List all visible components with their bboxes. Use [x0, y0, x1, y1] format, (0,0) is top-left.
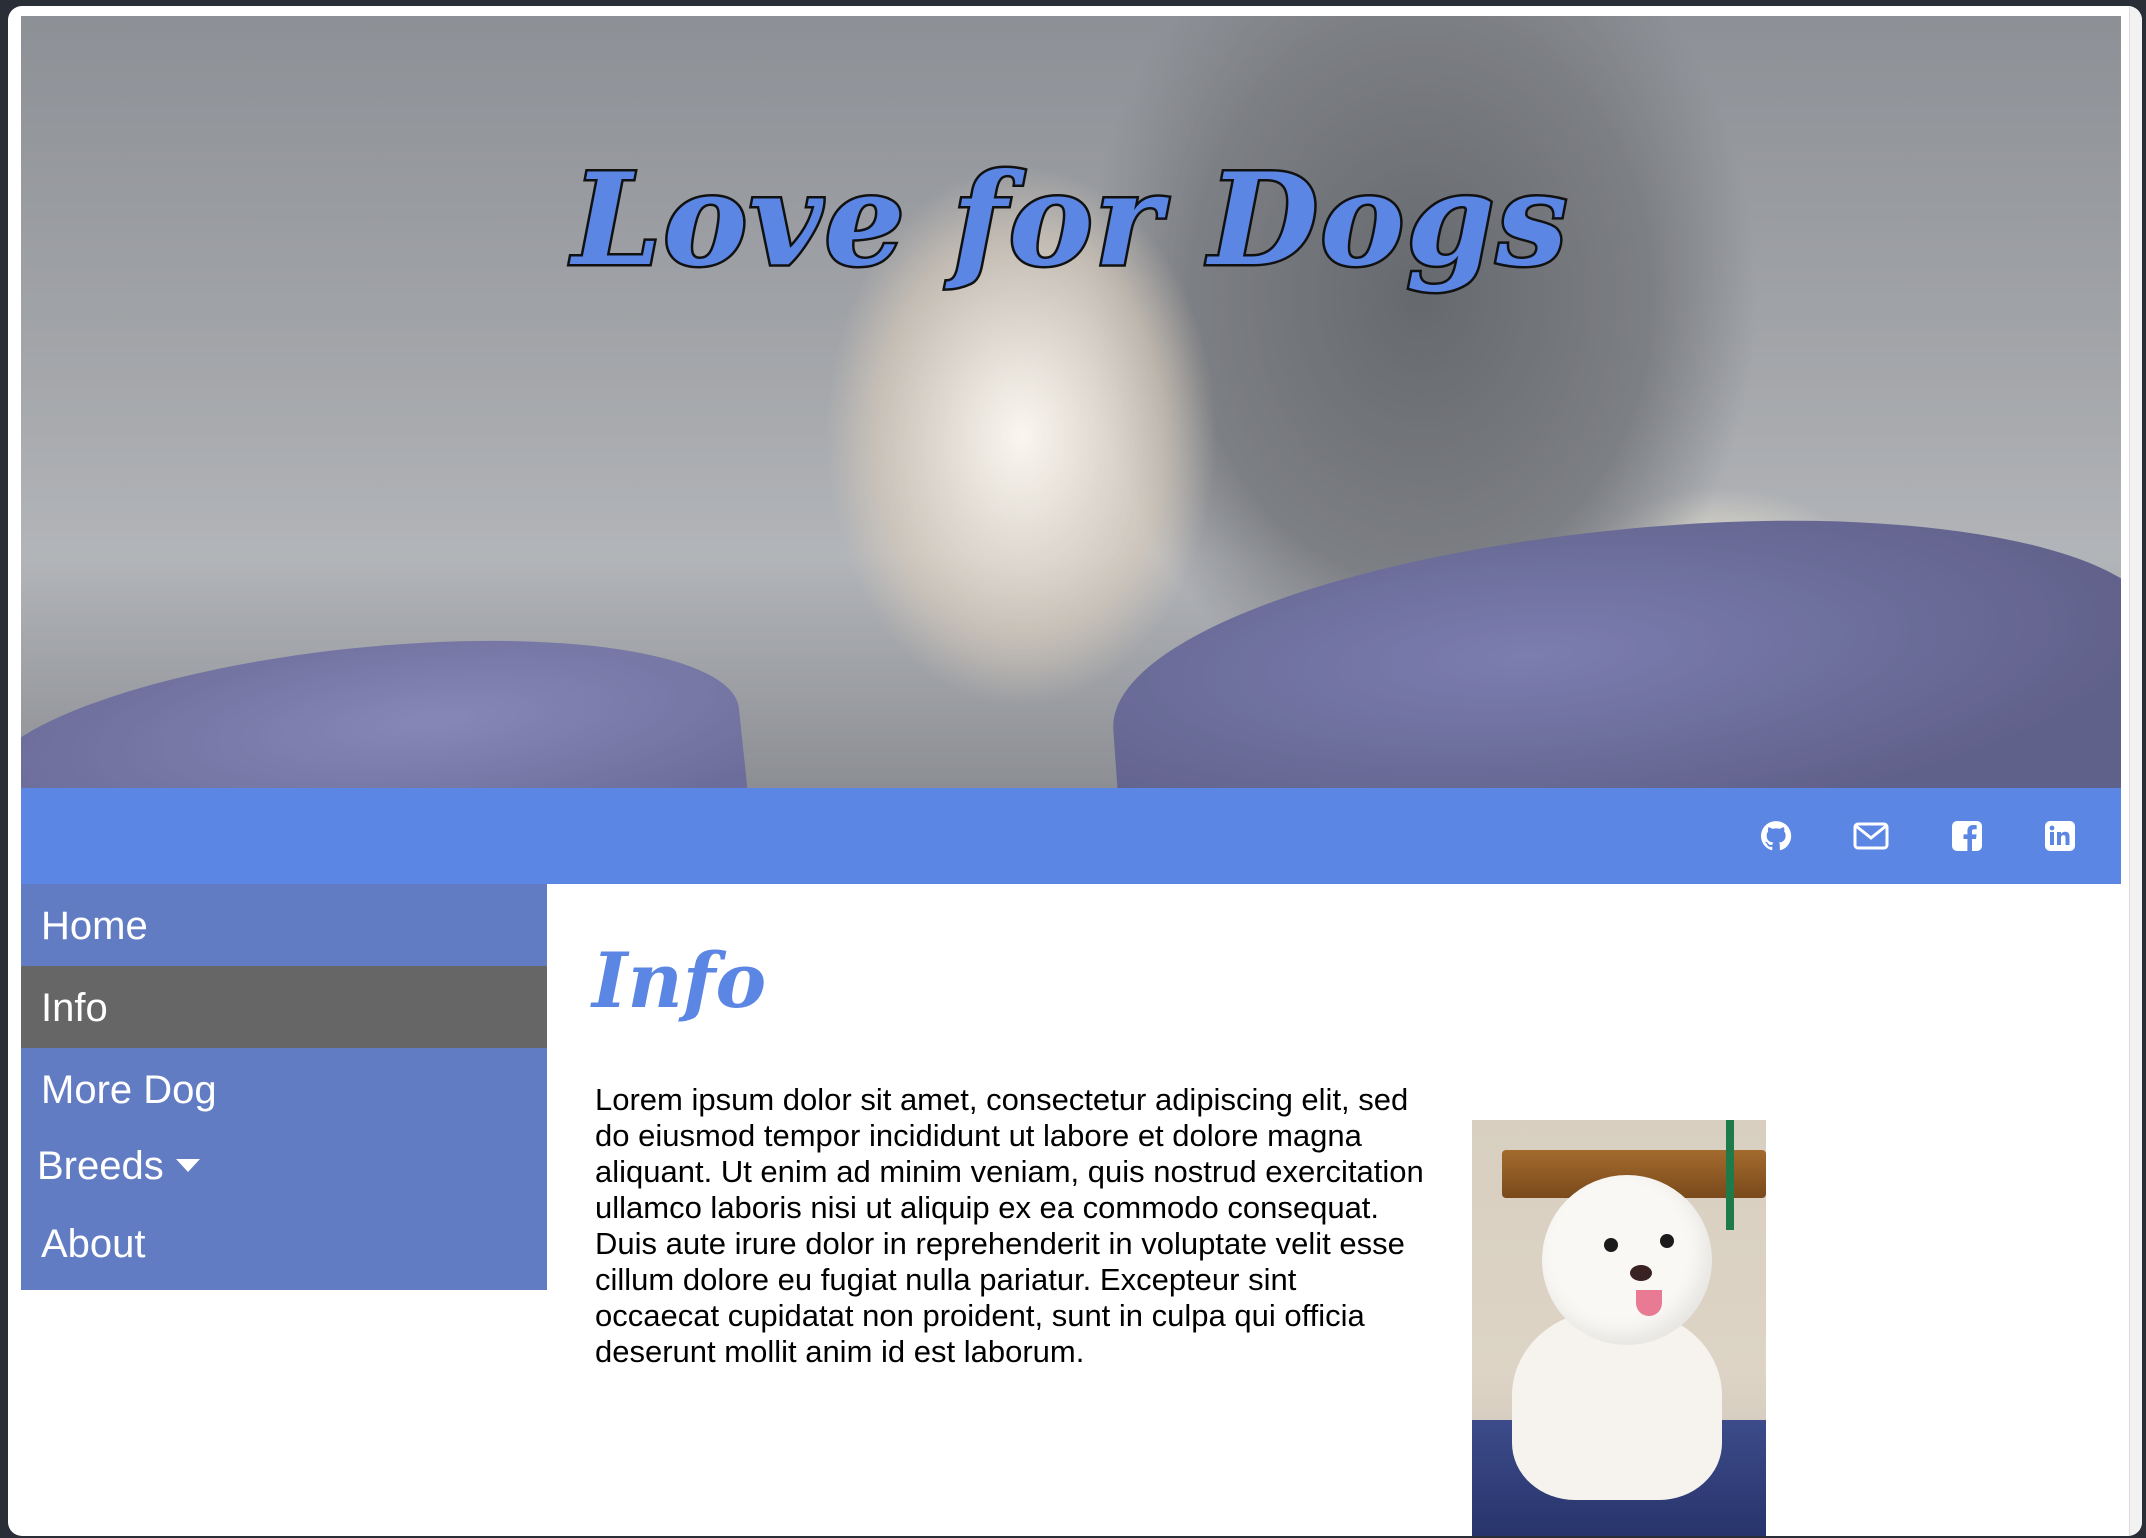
- scrollbar[interactable]: [2129, 6, 2142, 1536]
- photo-pole: [1726, 1120, 1734, 1230]
- body-paragraph: Lorem ipsum dolor sit amet, consectetur …: [595, 1082, 1424, 1369]
- nav-item-home[interactable]: Home: [21, 884, 547, 966]
- facebook-icon[interactable]: [1947, 816, 1987, 856]
- photo-dog-eye: [1604, 1238, 1618, 1252]
- nav-item-more-dog[interactable]: More Dog: [21, 1048, 547, 1130]
- linkedin-icon[interactable]: [2040, 816, 2080, 856]
- hero-overlay: [21, 16, 2121, 788]
- github-icon[interactable]: [1756, 816, 1796, 856]
- nav-item-label: Info: [41, 986, 108, 1030]
- site-title: Love for Dogs: [570, 144, 1570, 297]
- sidebar-nav: Home Info More Dog Breeds About: [21, 884, 547, 1290]
- hero-banner: Love for Dogs: [21, 16, 2121, 788]
- caret-down-icon: [175, 1158, 200, 1172]
- nav-item-about[interactable]: About: [21, 1202, 547, 1290]
- nav-item-info[interactable]: Info: [21, 966, 547, 1048]
- browser-page: Love for Dogs Home Info More Dog Breeds: [8, 6, 2142, 1536]
- photo-dog-tongue: [1636, 1290, 1662, 1316]
- page-heading: Info: [592, 936, 767, 1025]
- dog-photo: [1472, 1120, 1766, 1536]
- nav-item-label: Home: [41, 904, 148, 948]
- nav-item-label: Breeds: [37, 1144, 164, 1188]
- nav-item-label: About: [41, 1222, 146, 1266]
- nav-item-label: More Dog: [41, 1068, 217, 1112]
- nav-item-breeds[interactable]: Breeds: [21, 1130, 547, 1202]
- photo-dog-eye: [1660, 1234, 1674, 1248]
- photo-dog-nose: [1630, 1265, 1652, 1281]
- mail-icon[interactable]: [1851, 816, 1891, 856]
- photo-dog-head: [1542, 1175, 1712, 1345]
- social-bar: [21, 788, 2121, 884]
